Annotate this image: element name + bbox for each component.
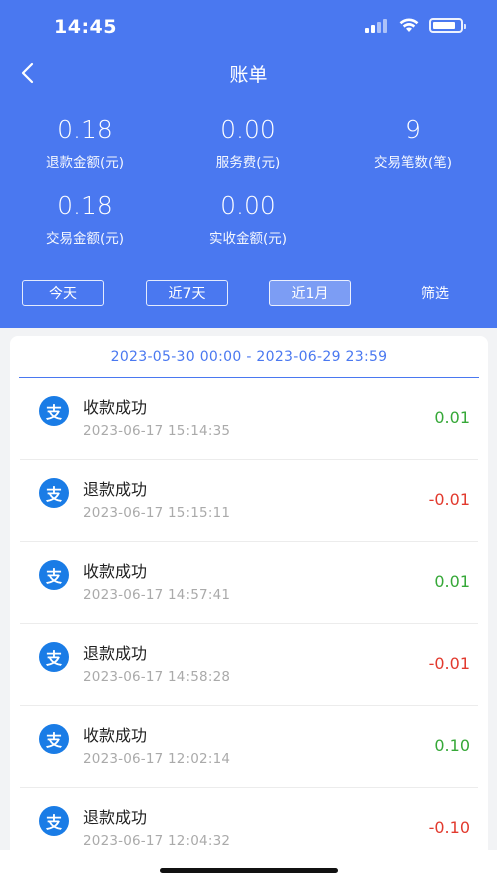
stat-label: 退款金额(元) xyxy=(45,155,125,171)
status-icons xyxy=(365,18,466,33)
alipay-icon: 支 xyxy=(39,396,69,426)
stat-refund-amount: 0.18 退款金额(元) xyxy=(0,115,170,171)
status-time: 14:45 xyxy=(54,16,117,38)
bottom-safe-area xyxy=(0,850,497,883)
date-range: 2023-05-30 00:00 - 2023-06-29 23:59 xyxy=(19,336,479,378)
filter-today-button[interactable]: 今天 xyxy=(22,280,104,306)
transaction-list: 支 收款成功 2023-06-17 15:14:35 0.01 支 退款成功 2… xyxy=(10,378,488,870)
transaction-title: 退款成功 xyxy=(83,808,148,827)
transaction-title: 收款成功 xyxy=(83,562,148,581)
filter-7days-button[interactable]: 近7天 xyxy=(146,280,228,306)
stat-transaction-amount: 0.18 交易金额(元) xyxy=(0,191,170,247)
transaction-title: 收款成功 xyxy=(83,726,148,745)
transaction-title: 退款成功 xyxy=(83,480,148,499)
stat-label: 交易金额(元) xyxy=(45,231,125,247)
alipay-icon: 支 xyxy=(39,806,69,836)
stat-label: 服务费(元) xyxy=(215,155,281,171)
transaction-title: 退款成功 xyxy=(83,644,148,663)
transaction-amount: 0.10 xyxy=(434,736,470,755)
transaction-time: 2023-06-17 12:02:14 xyxy=(83,751,231,767)
page-title: 账单 xyxy=(229,64,268,86)
stat-value: 0.00 xyxy=(220,115,276,144)
transaction-amount: -0.01 xyxy=(428,654,470,673)
battery-icon xyxy=(429,18,466,33)
transaction-amount: -0.01 xyxy=(428,490,470,509)
stat-value: 9 xyxy=(405,115,421,144)
header: 14:45 账单 0.18 退款金额(元) 0.00 服务费(元) 9 交易笔数… xyxy=(0,0,497,328)
filter-button[interactable]: 筛选 xyxy=(405,280,465,306)
stat-label: 交易笔数(笔) xyxy=(373,155,453,171)
transaction-time: 2023-06-17 14:57:41 xyxy=(83,587,231,603)
transaction-amount: 0.01 xyxy=(434,572,470,591)
alipay-icon: 支 xyxy=(39,724,69,754)
stat-received-amount: 0.00 实收金额(元) xyxy=(163,191,333,247)
alipay-icon: 支 xyxy=(39,560,69,590)
transaction-amount: -0.10 xyxy=(428,818,470,837)
stat-transaction-count: 9 交易笔数(笔) xyxy=(328,115,497,171)
transaction-row[interactable]: 支 退款成功 2023-06-17 15:15:11 -0.01 xyxy=(20,460,478,542)
stat-value: 0.18 xyxy=(57,115,113,144)
transaction-card: 2023-05-30 00:00 - 2023-06-29 23:59 支 收款… xyxy=(10,336,488,883)
transaction-row[interactable]: 支 退款成功 2023-06-17 14:58:28 -0.01 xyxy=(20,624,478,706)
date-filter-bar: 今天 近7天 近1月 筛选 xyxy=(0,280,497,308)
stat-label: 实收金额(元) xyxy=(208,231,288,247)
stat-service-fee: 0.00 服务费(元) xyxy=(163,115,333,171)
filter-1month-button[interactable]: 近1月 xyxy=(269,280,351,306)
home-indicator xyxy=(160,868,338,873)
alipay-icon: 支 xyxy=(39,642,69,672)
stat-value: 0.00 xyxy=(220,191,276,220)
transaction-time: 2023-06-17 14:58:28 xyxy=(83,669,231,685)
transaction-time: 2023-06-17 15:15:11 xyxy=(83,505,231,521)
transaction-amount: 0.01 xyxy=(434,408,470,427)
signal-icon xyxy=(365,18,387,33)
wifi-icon xyxy=(399,18,419,32)
transaction-time: 2023-06-17 12:04:32 xyxy=(83,833,231,849)
transaction-title: 收款成功 xyxy=(83,398,148,417)
transaction-row[interactable]: 支 收款成功 2023-06-17 15:14:35 0.01 xyxy=(20,378,478,460)
status-bar: 14:45 xyxy=(0,0,497,54)
transaction-row[interactable]: 支 收款成功 2023-06-17 14:57:41 0.01 xyxy=(20,542,478,624)
alipay-icon: 支 xyxy=(39,478,69,508)
transaction-time: 2023-06-17 15:14:35 xyxy=(83,423,231,439)
nav-bar: 账单 xyxy=(0,54,497,92)
transaction-row[interactable]: 支 收款成功 2023-06-17 12:02:14 0.10 xyxy=(20,706,478,788)
stat-value: 0.18 xyxy=(57,191,113,220)
